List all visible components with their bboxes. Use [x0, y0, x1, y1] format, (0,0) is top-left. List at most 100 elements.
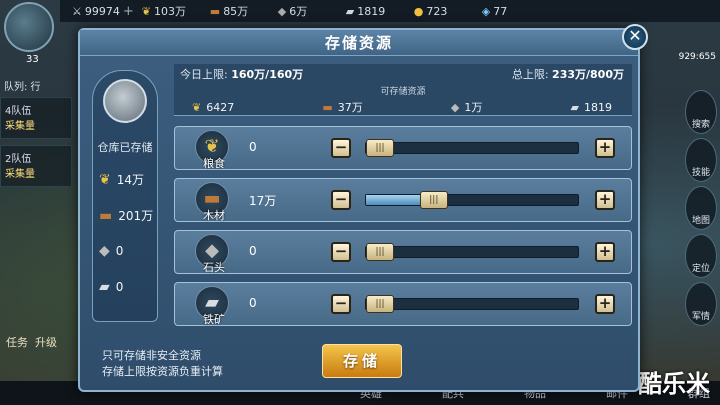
amount-slider[interactable]: |||: [365, 243, 579, 261]
troop-row[interactable]: 2队伍 采集量: [0, 145, 72, 187]
iron-icon: ▰: [570, 100, 579, 114]
stored-value: 14万: [116, 173, 145, 187]
storage-info-header: 今日上限: 160万/160万 总上限: 233万/800万 可存储资源 ❦ 64…: [174, 64, 632, 116]
wood-icon: ▬: [99, 207, 113, 224]
storable-value: 6427: [206, 100, 235, 114]
storage-dialog: 存储资源 仓库已存储 ❦ 14万 ▬ 201万 ◆ 0 ▰ 0 今日上限: 160万/1…: [78, 28, 640, 392]
resource-chip-gold: ● 723: [414, 5, 474, 18]
stored-label: 仓库已存储: [97, 141, 153, 154]
resource-chip-gem: ◈ 77: [482, 5, 542, 18]
slider-thumb[interactable]: |||: [366, 295, 394, 313]
resource-value: 103万: [154, 5, 186, 18]
resource-chip-wood: ▬ 85万: [210, 3, 270, 19]
resource-name: 木材: [203, 209, 225, 222]
slider-thumb[interactable]: |||: [366, 243, 394, 261]
total-limit-label: 总上限:: [511, 68, 549, 81]
today-limit-value: 160万/160万: [231, 68, 304, 81]
resource-amount: 0: [249, 296, 257, 310]
increase-button[interactable]: +: [595, 294, 615, 314]
slider-thumb[interactable]: |||: [366, 139, 394, 157]
resource-value: 1819: [357, 4, 386, 18]
left-troop-panel: 队列: 行 4队伍 采集量 2队伍 采集量: [0, 74, 72, 334]
stored-wood: ▬ 201万: [99, 207, 153, 224]
stored-value: 0: [115, 280, 124, 294]
resource-amount: 0: [249, 140, 257, 154]
map-button[interactable]: 地图: [685, 186, 717, 230]
resource-amount: 17万: [249, 194, 277, 208]
locate-button[interactable]: 定位: [685, 234, 717, 278]
watermark-logo: 酷乐米: [638, 370, 710, 398]
resource-chip-power: ⚔ 99974 +: [72, 4, 134, 19]
troop-tag: 2队伍: [5, 154, 32, 165]
storable-caption: 可存储资源: [380, 87, 426, 97]
add-resource-button[interactable]: +: [123, 4, 134, 19]
search-button[interactable]: 搜索: [685, 90, 717, 134]
player-level: 33: [26, 54, 39, 65]
top-resource-bar: ⚔ 99974 + ❦ 103万 ▬ 85万 ◆ 6万 ▰ 1819 ● 723 ◈ 77: [60, 0, 720, 22]
increase-button[interactable]: +: [595, 242, 615, 262]
skill-button[interactable]: 技能: [685, 138, 717, 182]
upgrade-label: 升级: [35, 336, 57, 349]
amount-slider[interactable]: |||: [365, 191, 579, 209]
wood-icon: ▬: [322, 100, 333, 114]
wood-icon: ▬: [209, 4, 221, 18]
gem-icon: ◈: [481, 4, 491, 18]
today-limit-label: 今日上限:: [180, 68, 228, 81]
resource-value: 85万: [223, 5, 249, 18]
right-button-column: 搜索 技能 地图 定位 军情: [682, 90, 720, 330]
resource-chip-grain: ❦ 103万: [142, 3, 202, 19]
iron-icon: ▰: [99, 279, 110, 295]
storable-value: 37万: [337, 101, 363, 114]
resource-value: 99974: [84, 4, 120, 18]
resource-name: 铁矿: [203, 313, 225, 326]
storable-wood: ▬ 37万: [322, 99, 362, 115]
resource-row-wood: ▬ 木材 17万 − ||| +: [174, 178, 632, 222]
increase-button[interactable]: +: [595, 190, 615, 210]
close-icon[interactable]: ✕: [622, 24, 648, 50]
stored-stone: ◆ 0: [99, 243, 123, 259]
iron-icon: ▰: [345, 4, 355, 18]
resource-value: 77: [493, 4, 508, 18]
resource-value: 723: [426, 4, 448, 18]
amount-slider[interactable]: |||: [365, 139, 579, 157]
troop-row[interactable]: 4队伍 采集量: [0, 97, 72, 139]
store-button[interactable]: 存储: [322, 344, 402, 378]
decrease-button[interactable]: −: [331, 242, 351, 262]
resource-chip-iron: ▰ 1819: [346, 5, 406, 18]
storable-value: 1819: [583, 100, 612, 114]
gold-icon: ●: [413, 4, 424, 18]
grain-icon: ❦: [192, 100, 202, 114]
map-coordinates: 929:655: [678, 52, 716, 62]
decrease-button[interactable]: −: [331, 190, 351, 210]
sword-icon: ⚔: [72, 4, 82, 18]
slider-thumb[interactable]: |||: [419, 191, 448, 209]
task-bar[interactable]: 任务 升级: [0, 334, 80, 354]
queue-label: 队列: 行: [4, 82, 41, 93]
increase-button[interactable]: +: [595, 138, 615, 158]
today-limit: 今日上限: 160万/160万: [180, 66, 303, 82]
stored-value: 0: [115, 244, 124, 258]
storable-grain: ❦ 6427: [192, 99, 234, 115]
dialog-title: 存储资源: [80, 30, 638, 56]
stored-grain: ❦ 14万: [99, 171, 144, 188]
intel-button[interactable]: 军情: [685, 282, 717, 326]
note-line-2: 存储上限按资源负重计算: [102, 365, 223, 378]
amount-slider[interactable]: |||: [365, 295, 579, 313]
decrease-button[interactable]: −: [331, 138, 351, 158]
task-label: 任务: [6, 336, 28, 349]
stone-icon: ◆: [277, 4, 287, 18]
resource-name: 粮食: [203, 157, 225, 170]
storable-resources: ❦ 6427 ▬ 37万 ◆ 1万 ▰ 1819: [192, 99, 612, 115]
resource-chip-stone: ◆ 6万: [278, 3, 338, 19]
total-limit-value: 233万/800万: [552, 68, 624, 81]
storable-iron: ▰ 1819: [571, 99, 612, 115]
grain-icon: ❦: [99, 171, 111, 188]
resource-row-grain: ❦ 粮食 0 − ||| +: [174, 126, 632, 170]
decrease-button[interactable]: −: [331, 294, 351, 314]
resource-row-stone: ◆ 石头 0 − ||| +: [174, 230, 632, 274]
storable-value: 1万: [464, 101, 483, 114]
player-avatar[interactable]: [4, 2, 54, 52]
troop-tag: 4队伍: [5, 106, 32, 117]
stored-value: 201万: [118, 209, 154, 223]
storable-stone: ◆ 1万: [451, 99, 482, 115]
